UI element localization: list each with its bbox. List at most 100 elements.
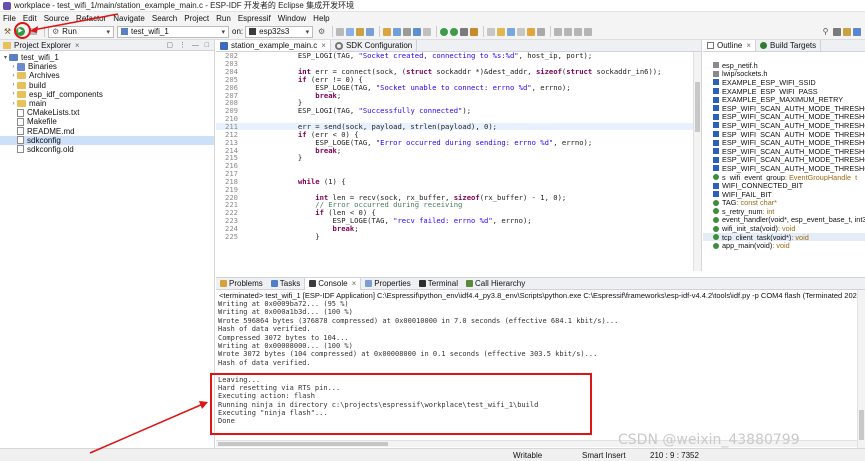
build-icon[interactable]: ⚒ [2,26,13,37]
tab-problems[interactable]: Problems [216,278,267,290]
tab-build-targets[interactable]: Build Targets [756,40,822,51]
outline-item[interactable]: wifi_init_sta(void) : void [703,224,865,233]
project-explorer-title[interactable]: Project Explorer [14,41,71,50]
toolbar-button-icon[interactable] [584,27,593,36]
outline-item[interactable]: WIFI_FAIL_BIT [703,190,865,199]
menu-window[interactable]: Window [278,14,306,23]
code-line[interactable]: 215 } [216,153,701,162]
toolbar-button-icon[interactable] [413,27,422,36]
toolbar-button-icon[interactable] [423,27,432,36]
launch-target-select[interactable]: esp32s3 ▾ [245,25,314,38]
outline-item[interactable]: EXAMPLE_ESP_WIFI_SSID [703,78,865,87]
toolbar-button-icon[interactable] [517,27,526,36]
chevron-down-icon[interactable]: ▾ [2,54,9,61]
debug-icon[interactable] [440,27,449,36]
launch-config-select[interactable]: test_wifi_1 ▾ [117,25,229,38]
menu-search[interactable]: Search [152,14,177,23]
tab-console[interactable]: Console × [304,277,362,290]
code-line[interactable]: 225 } [216,232,701,241]
chevron-right-icon[interactable]: › [10,82,17,88]
tab-call-hierarchy[interactable]: Call Hierarchy [462,278,529,290]
chevron-right-icon[interactable]: › [10,91,17,97]
outline-item[interactable]: ESP_WIFI_SCAN_AUTH_MODE_THRESHOLD [703,138,865,147]
scrollbar-thumb[interactable] [859,410,864,440]
tree-item-main[interactable]: › main [0,99,214,108]
tree-item-makefile[interactable]: Makefile [0,117,214,126]
outline-item[interactable]: ESP_WIFI_SCAN_AUTH_MODE_THRESHOLD [703,147,865,156]
outline-item[interactable]: ESP_WIFI_SCAN_AUTH_MODE_THRESHOLD [703,156,865,164]
scrollbar-thumb[interactable] [695,82,700,132]
outline-item[interactable]: EXAMPLE_ESP_WIFI_PASS [703,87,865,95]
chevron-right-icon[interactable]: › [10,73,17,79]
toolbar-button-icon[interactable] [487,27,496,36]
outline-item[interactable]: lwip/sockets.h [703,70,865,78]
toolbar-button-icon[interactable] [356,27,365,36]
code-line[interactable]: 202 ESP_LOGI(TAG, "Socket created, conne… [216,52,701,60]
outline-item[interactable]: TAG : const char* [703,199,865,207]
toolbar-button-icon[interactable] [393,27,402,36]
search-icon[interactable]: ⚲ [820,26,831,37]
toolbar-button-icon[interactable] [527,27,536,36]
run-icon[interactable] [450,27,459,36]
perspective-icon[interactable] [853,27,861,36]
outline-item[interactable]: tcp_client_task(void*) : void [703,232,865,242]
close-icon[interactable]: × [352,279,357,288]
toolbar-button-icon[interactable] [564,27,573,36]
tab-tasks[interactable]: Tasks [267,278,304,290]
outline-item[interactable]: app_main(void) : void [703,241,865,250]
toolbar-button-icon[interactable] [383,27,392,36]
outline-item[interactable]: ESP_WIFI_SCAN_AUTH_MODE_THRESHOLD [703,130,865,138]
tab-outline[interactable]: Outline × [703,40,757,51]
code-editor[interactable]: 202 ESP_LOGI(TAG, "Socket created, conne… [216,52,701,271]
menu-navigate[interactable]: Navigate [113,14,145,23]
outline-item[interactable]: WIFI_CONNECTED_BIT [703,181,865,190]
toolbar-button-icon[interactable] [403,27,412,36]
toolbar-button-icon[interactable] [537,27,546,36]
tree-item-readme[interactable]: README.md [0,127,214,136]
code-line[interactable]: 218 while (1) { [216,177,701,186]
toolbar-button-icon[interactable] [346,27,355,36]
tree-item-archives[interactable]: › Archives [0,71,214,80]
scrollbar-thumb[interactable] [218,442,388,446]
menu-help[interactable]: Help [313,14,329,23]
toolbar-button-icon[interactable] [470,27,479,36]
outline-item[interactable]: ESP_WIFI_SCAN_AUTH_MODE_THRESHOLD [703,164,865,173]
editor-scrollbar[interactable] [693,52,701,271]
launch-mode-select[interactable]: ⚙ Run ▾ [48,25,114,38]
tree-item-cmakelists[interactable]: CMakeLists.txt [0,108,214,117]
tree-item-sdkconfig[interactable]: sdkconfig [0,135,214,145]
toolbar-button-icon[interactable] [460,27,469,36]
menu-edit[interactable]: Edit [23,14,37,23]
tree-item-project[interactable]: ▾ test_wifi_1 [0,53,214,62]
outline-item[interactable]: ESP_WIFI_SCAN_AUTH_MODE_THRESHOLD [703,113,865,121]
outline-item[interactable]: event_handler(void*, esp_event_base_t, i… [703,216,865,224]
tab-terminal[interactable]: Terminal [415,278,462,290]
menu-run[interactable]: Run [216,14,231,23]
view-menu-icon[interactable]: ▢ ⋮ — □ [166,41,211,49]
chevron-right-icon[interactable]: › [10,64,17,70]
tree-item-build[interactable]: › build [0,81,214,90]
outline-item[interactable]: ESP_WIFI_SCAN_AUTH_MODE_THRESHOLD [703,104,865,113]
outline-item[interactable]: s_wifi_event_group : EventGroupHandle_t [703,173,865,181]
settings-gear-icon[interactable]: ⚙ [316,26,327,37]
menu-espressif[interactable]: Espressif [238,14,271,23]
toolbar-button-icon[interactable] [497,27,506,36]
console-v-scrollbar[interactable] [857,290,865,448]
outline-item[interactable]: s_retry_num : int [703,207,865,216]
close-icon[interactable]: × [746,41,751,50]
code-line[interactable]: 209 ESP_LOGI(TAG, "Successfully connecte… [216,106,701,115]
tree-item-esp-idf-components[interactable]: › esp_idf_components [0,90,214,99]
menu-file[interactable]: File [3,14,16,23]
toolbar-button-icon[interactable] [336,27,345,36]
toolbar-button-icon[interactable] [574,27,583,36]
outline-item[interactable]: ESP_WIFI_SCAN_AUTH_MODE_THRESHOLD [703,121,865,130]
code-line[interactable]: 216 [216,161,701,170]
perspective-icon[interactable] [843,27,851,36]
menu-project[interactable]: Project [184,14,209,23]
tree-item-binaries[interactable]: › Binaries [0,62,214,71]
toolbar-button-icon[interactable] [366,27,375,36]
toolbar-button-icon[interactable] [554,27,563,36]
outline-item[interactable]: EXAMPLE_ESP_MAXIMUM_RETRY [703,95,865,104]
menu-source[interactable]: Source [44,14,69,23]
tab-station-example-main[interactable]: station_example_main.c × [216,40,331,51]
